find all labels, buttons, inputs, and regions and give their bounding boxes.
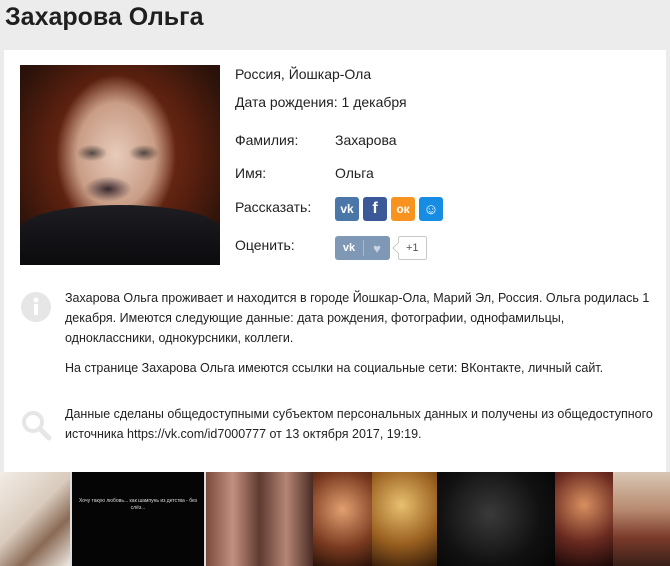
heart-icon: ♥ xyxy=(373,240,381,256)
avatar-shoulders xyxy=(20,205,220,265)
photo-gallery: Хочу такую любовь... как шампунь из детс… xyxy=(0,472,670,566)
vk-like-button[interactable]: vk ♥ xyxy=(335,236,390,260)
info-icon xyxy=(21,292,51,322)
share-buttons: vk f ок ☺ xyxy=(335,197,443,221)
firstname-label: Имя: xyxy=(235,165,267,181)
social-links-paragraph: На странице Захарова Ольга имеются ссылк… xyxy=(65,361,604,375)
moimir-share-button[interactable]: ☺ xyxy=(419,197,443,221)
about-paragraph: Захарова Ольга проживает и находится в г… xyxy=(65,291,650,345)
search-icon xyxy=(22,411,52,441)
gallery-photo[interactable] xyxy=(0,472,70,566)
location-text: Россия, Йошкар-Ола xyxy=(235,66,372,82)
surname-value: Захарова xyxy=(335,132,397,148)
facebook-share-button[interactable]: f xyxy=(363,197,387,221)
rate-label: Оценить: xyxy=(235,237,295,253)
firstname-value: Ольга xyxy=(335,165,374,181)
photo-caption: Хочу такую любовь... как шампунь из детс… xyxy=(79,498,197,511)
share-label: Рассказать: xyxy=(235,199,312,215)
about-text: Захарова Ольга проживает и находится в г… xyxy=(65,288,655,388)
vk-share-button[interactable]: vk xyxy=(335,197,359,221)
gallery-photo[interactable] xyxy=(313,472,372,566)
page-title: Захарова Ольга xyxy=(5,3,204,31)
gallery-photo[interactable] xyxy=(555,472,613,566)
moimir-icon: ☺ xyxy=(423,200,439,218)
gallery-photo[interactable] xyxy=(613,472,670,566)
rate-widget: vk ♥ +1 xyxy=(335,236,427,260)
vk-icon: vk xyxy=(342,242,356,254)
avatar[interactable] xyxy=(20,65,220,265)
vk-icon: vk xyxy=(340,202,354,216)
odnoklassniki-share-button[interactable]: ок xyxy=(391,197,415,221)
gallery-photo[interactable] xyxy=(206,472,313,566)
gallery-photo[interactable] xyxy=(437,472,555,566)
surname-label: Фамилия: xyxy=(235,132,299,148)
birthday-text: Дата рождения: 1 декабря xyxy=(235,94,407,110)
source-text: Данные сделаны общедоступными субъектом … xyxy=(65,407,653,441)
facebook-icon: f xyxy=(372,200,378,217)
gallery-photo[interactable]: Хочу такую любовь... как шампунь из детс… xyxy=(70,472,206,566)
odnoklassniki-icon: ок xyxy=(396,202,410,216)
gallery-photo[interactable] xyxy=(372,472,437,566)
like-count: +1 xyxy=(398,236,427,260)
